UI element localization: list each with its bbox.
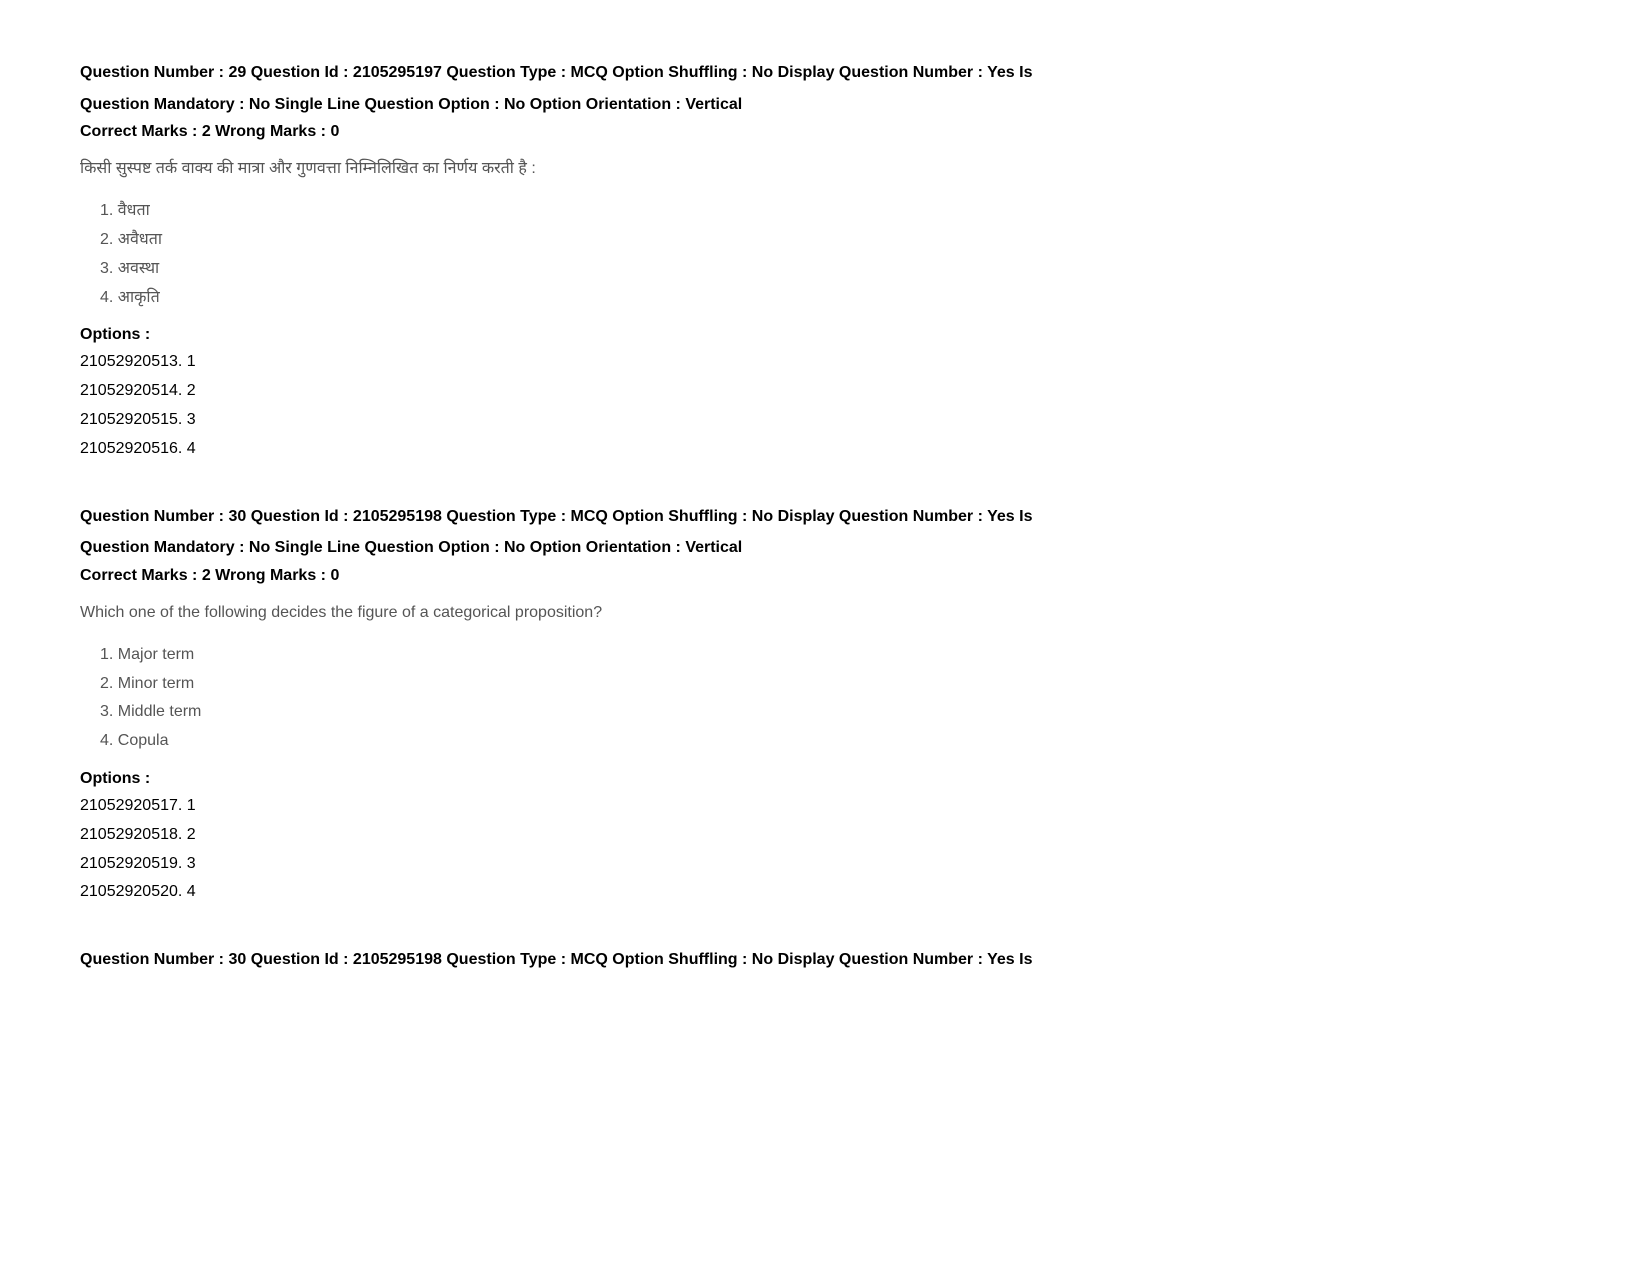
option-item: 3. Middle term: [90, 698, 1570, 727]
option-id-item: 21052920518. 2: [80, 821, 1570, 850]
question-30a-options: 1. Major term 2. Minor term 3. Middle te…: [80, 641, 1570, 756]
question-30b-meta-line1: Question Number : 30 Question Id : 21052…: [80, 947, 1570, 973]
question-30a-option-ids: 21052920517. 1 21052920518. 2 2105292051…: [80, 792, 1570, 907]
option-item: 1. वैधता: [90, 197, 1570, 226]
option-item: 1. Major term: [90, 641, 1570, 670]
option-id-item: 21052920516. 4: [80, 435, 1570, 464]
question-29-options-label: Options :: [80, 326, 1570, 344]
option-id-item: 21052920520. 4: [80, 878, 1570, 907]
option-id-item: 21052920514. 2: [80, 377, 1570, 406]
option-item: 3. अवस्था: [90, 255, 1570, 284]
question-29-text: किसी सुस्पष्ट तर्क वाक्य की मात्रा और गु…: [80, 157, 1570, 181]
option-item: 2. Minor term: [90, 670, 1570, 699]
option-id-item: 21052920515. 3: [80, 406, 1570, 435]
option-item: 4. Copula: [90, 727, 1570, 756]
question-30a: Question Number : 30 Question Id : 21052…: [80, 504, 1570, 908]
option-item: 2. अवैधता: [90, 226, 1570, 255]
question-29-marks: Correct Marks : 2 Wrong Marks : 0: [80, 123, 1570, 141]
question-29: Question Number : 29 Question Id : 21052…: [80, 60, 1570, 464]
question-30a-meta-line1: Question Number : 30 Question Id : 21052…: [80, 504, 1570, 530]
option-id-item: 21052920513. 1: [80, 348, 1570, 377]
option-item: 4. आकृति: [90, 284, 1570, 313]
question-30a-options-label: Options :: [80, 770, 1570, 788]
option-id-item: 21052920519. 3: [80, 850, 1570, 879]
question-30a-meta-line2: Question Mandatory : No Single Line Ques…: [80, 535, 1570, 561]
question-29-meta-line2: Question Mandatory : No Single Line Ques…: [80, 92, 1570, 118]
question-30a-marks: Correct Marks : 2 Wrong Marks : 0: [80, 567, 1570, 585]
question-30a-text: Which one of the following decides the f…: [80, 601, 1570, 625]
question-29-meta-line1: Question Number : 29 Question Id : 21052…: [80, 60, 1570, 86]
question-29-option-ids: 21052920513. 1 21052920514. 2 2105292051…: [80, 348, 1570, 463]
question-30b: Question Number : 30 Question Id : 21052…: [80, 947, 1570, 973]
question-29-options: 1. वैधता 2. अवैधता 3. अवस्था 4. आकृति: [80, 197, 1570, 312]
option-id-item: 21052920517. 1: [80, 792, 1570, 821]
